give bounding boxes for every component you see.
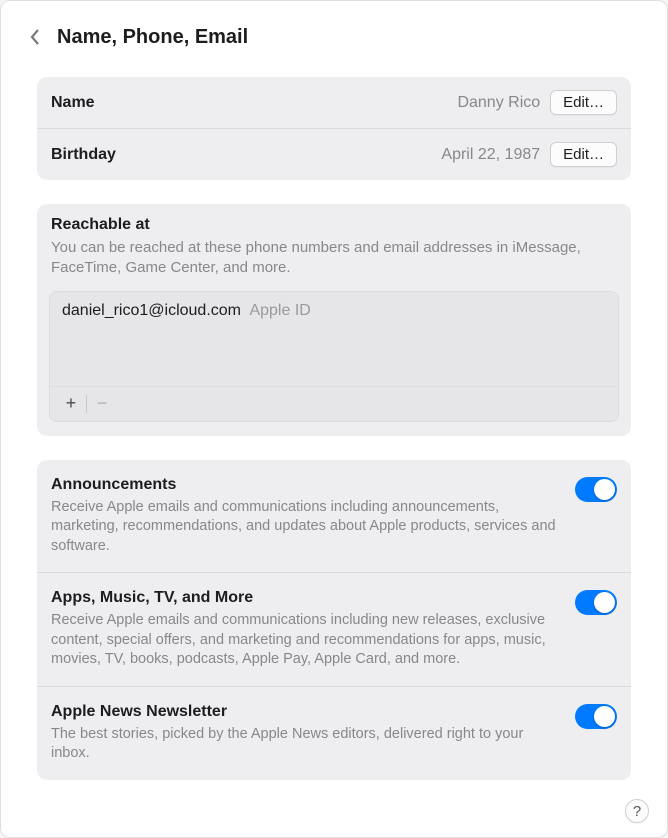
divider <box>86 395 87 413</box>
news-text: Apple News Newsletter The best stories, … <box>51 703 561 764</box>
reachable-header: Reachable at You can be reached at these… <box>37 204 631 283</box>
back-chevron-icon[interactable] <box>23 25 47 49</box>
reachable-title: Reachable at <box>51 216 617 234</box>
reachable-section: Reachable at You can be reached at these… <box>37 204 631 436</box>
announcements-toggle[interactable] <box>575 477 617 502</box>
birthday-value: April 22, 1987 <box>441 146 540 164</box>
header: Name, Phone, Email <box>1 1 667 59</box>
announcements-text: Announcements Receive Apple emails and c… <box>51 476 561 557</box>
page-title: Name, Phone, Email <box>57 26 248 49</box>
contact-list-controls: + − <box>49 386 619 422</box>
remove-contact-button[interactable]: − <box>89 393 115 415</box>
announcements-desc: Receive Apple emails and communications … <box>51 498 561 557</box>
settings-pane: Name, Phone, Email Name Danny Rico Edit…… <box>0 0 668 838</box>
name-row: Name Danny Rico Edit… <box>37 77 631 129</box>
apps-text: Apps, Music, TV, and More Receive Apple … <box>51 589 561 670</box>
reachable-desc: You can be reached at these phone number… <box>51 238 617 279</box>
news-desc: The best stories, picked by the Apple Ne… <box>51 725 561 764</box>
add-contact-button[interactable]: + <box>58 393 84 415</box>
personal-section: Name Danny Rico Edit… Birthday April 22,… <box>37 77 631 180</box>
minus-icon: − <box>97 393 108 414</box>
contact-value: daniel_rico1@icloud.com <box>62 302 241 319</box>
apps-row: Apps, Music, TV, and More Receive Apple … <box>37 573 631 687</box>
announcements-row: Announcements Receive Apple emails and c… <box>37 460 631 574</box>
news-title: Apple News Newsletter <box>51 703 561 721</box>
edit-name-button[interactable]: Edit… <box>550 90 617 115</box>
contact-list[interactable]: daniel_rico1@icloud.com Apple ID <box>49 291 619 386</box>
apps-title: Apps, Music, TV, and More <box>51 589 561 607</box>
birthday-row: Birthday April 22, 1987 Edit… <box>37 129 631 180</box>
name-value: Danny Rico <box>457 94 540 112</box>
question-icon: ? <box>633 803 641 820</box>
news-row: Apple News Newsletter The best stories, … <box>37 687 631 780</box>
edit-birthday-button[interactable]: Edit… <box>550 142 617 167</box>
help-button[interactable]: ? <box>625 799 649 823</box>
news-toggle[interactable] <box>575 704 617 729</box>
contact-type: Apple ID <box>249 302 310 319</box>
apps-toggle[interactable] <box>575 590 617 615</box>
content: Name Danny Rico Edit… Birthday April 22,… <box>1 59 667 780</box>
name-label: Name <box>51 94 95 112</box>
notifications-section: Announcements Receive Apple emails and c… <box>37 460 631 781</box>
contact-item[interactable]: daniel_rico1@icloud.com Apple ID <box>60 300 608 322</box>
plus-icon: + <box>66 393 77 414</box>
birthday-label: Birthday <box>51 146 116 164</box>
announcements-title: Announcements <box>51 476 561 494</box>
apps-desc: Receive Apple emails and communications … <box>51 611 561 670</box>
